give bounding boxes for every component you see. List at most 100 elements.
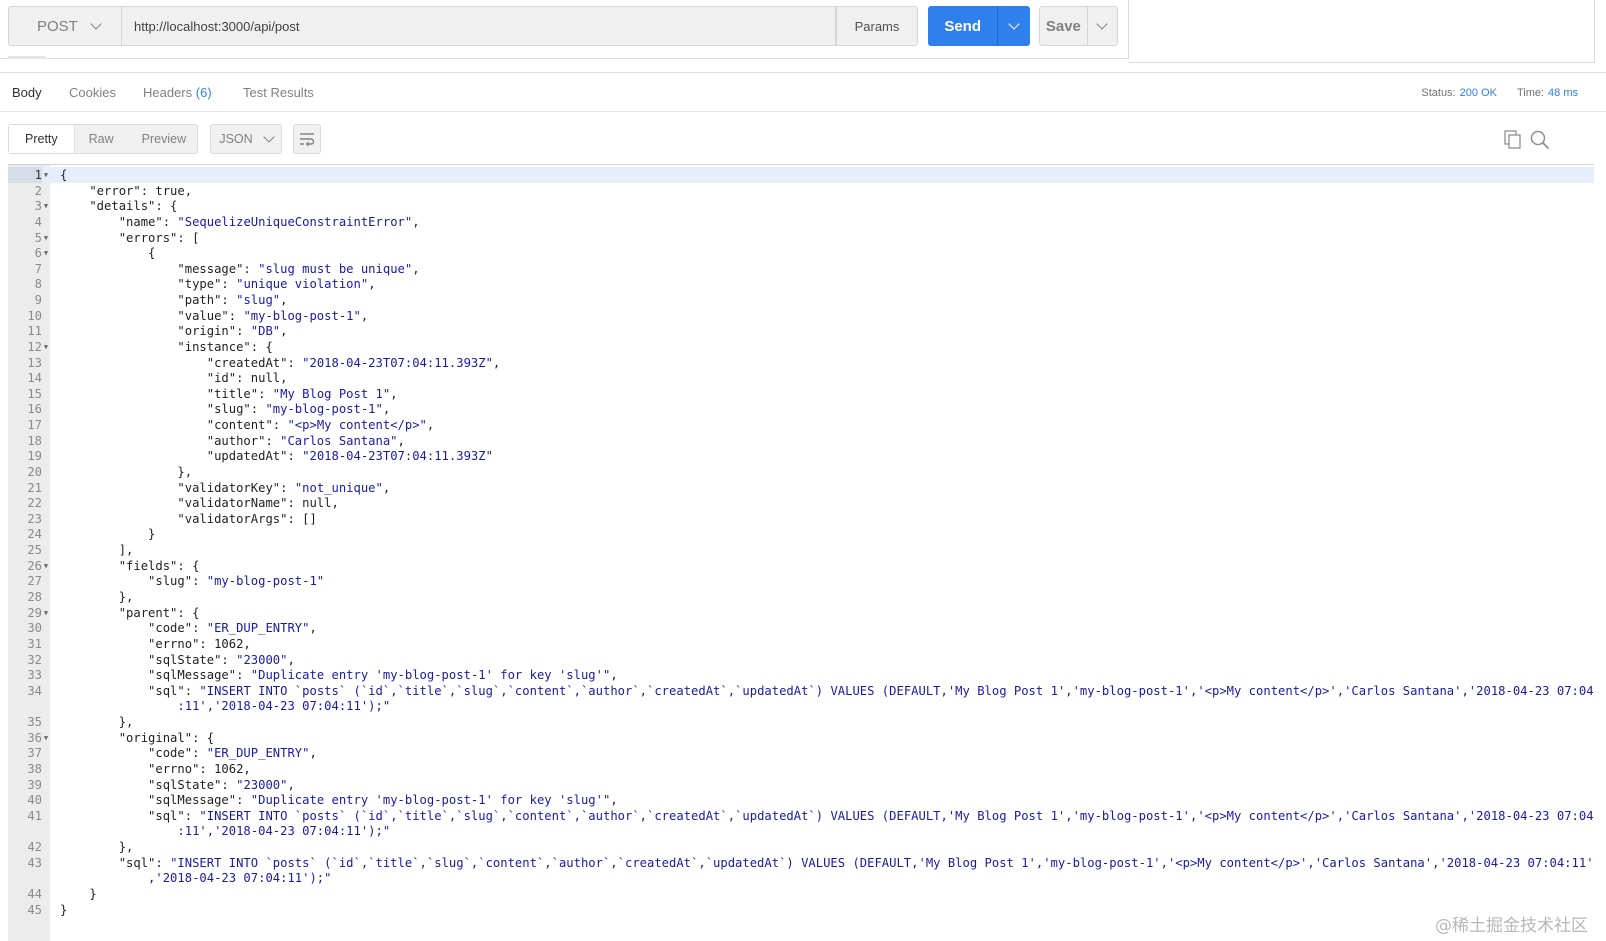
tab-test-results[interactable]: Test Results	[243, 73, 314, 113]
code-text: }	[60, 527, 156, 542]
code-line: 18 "author": "Carlos Santana",	[8, 433, 1594, 449]
line-number: 29	[27, 605, 42, 620]
tab-headers[interactable]: Headers (6)	[143, 73, 212, 113]
code-line: 5 ▼ "errors": [	[8, 230, 1594, 246]
wrap-lines-icon	[300, 133, 315, 146]
code-line: 15 "title": "My Blog Post 1",	[8, 386, 1594, 402]
save-label: Save	[1045, 17, 1081, 35]
code-text: "sql": "INSERT INTO `posts` (`id`,`title…	[60, 808, 1594, 823]
language-label: JSON	[219, 132, 253, 146]
line-number: 3	[34, 199, 42, 214]
response-body-editor[interactable]: 1 ▼{2 "error": true, 3 ▼ "details": {4 "nam…	[8, 164, 1594, 941]
code-line: 11 "origin": "DB",	[8, 323, 1594, 339]
line-number: 37	[27, 746, 42, 761]
view-raw-button[interactable]: Raw	[75, 125, 128, 153]
code-line: 2 "error": true,	[8, 183, 1594, 199]
language-select[interactable]: JSON	[210, 124, 282, 154]
code-line: 7 "message": "slug must be unique",	[8, 261, 1594, 277]
fold-toggle-icon[interactable]: ▼	[42, 605, 50, 621]
send-label: Send	[944, 17, 981, 35]
code-text: "code": "ER_DUP_ENTRY",	[60, 746, 317, 761]
code-text: "fields": {	[60, 558, 200, 573]
copy-button[interactable]	[1504, 130, 1522, 155]
tab-body[interactable]: Body	[12, 73, 42, 113]
code-text: }	[60, 902, 68, 917]
line-number: 4	[34, 214, 42, 229]
search-button[interactable]	[1530, 130, 1550, 155]
headers-count-badge: (6)	[195, 85, 212, 100]
code-text: "errors": [	[60, 230, 200, 245]
code-text: "original": {	[60, 730, 215, 745]
code-line: :11','2018-04-23 07:04:11');"	[8, 823, 1594, 839]
line-number: 28	[27, 590, 42, 604]
code-text: "errno": 1062,	[60, 636, 251, 651]
code-line: 14 "id": null,	[8, 370, 1594, 386]
code-line: 28 },	[8, 589, 1594, 605]
code-line: 25 ],	[8, 542, 1594, 558]
tab-indicator	[8, 56, 46, 59]
wrap-lines-button[interactable]	[293, 124, 321, 154]
view-preview-button[interactable]: Preview	[128, 125, 200, 153]
code-text: "createdAt": "2018-04-23T07:04:11.393Z",	[60, 355, 501, 370]
line-number: 34	[27, 683, 42, 698]
code-line: 13 "createdAt": "2018-04-23T07:04:11.393…	[8, 355, 1594, 371]
line-number: 35	[27, 715, 42, 730]
fold-toggle-icon[interactable]: ▼	[42, 198, 50, 214]
code-line: 26 ▼ "fields": {	[8, 558, 1594, 574]
method-select[interactable]: POST	[8, 6, 122, 46]
save-button[interactable]: Save	[1039, 6, 1118, 46]
fold-toggle-icon[interactable]: ▼	[42, 245, 50, 261]
save-dropdown-button[interactable]	[1086, 7, 1117, 45]
line-number: 41	[27, 808, 42, 823]
request-bar-right	[1128, 0, 1595, 63]
chevron-down-icon	[1008, 18, 1020, 30]
send-button[interactable]: Send	[928, 6, 1030, 46]
tab-cookies[interactable]: Cookies	[69, 73, 116, 113]
code-line: 40 "sqlMessage": "Duplicate entry 'my-bl…	[8, 792, 1594, 808]
view-pretty-button[interactable]: Pretty	[9, 125, 75, 153]
time-value: 48 ms	[1548, 87, 1578, 99]
chevron-down-icon	[90, 18, 102, 30]
code-line: 10 "value": "my-blog-post-1",	[8, 308, 1594, 324]
code-text: "details": {	[60, 199, 178, 214]
params-button[interactable]: Params	[836, 6, 918, 46]
code-line: 27 "slug": "my-blog-post-1"	[8, 573, 1594, 589]
line-number: 31	[27, 636, 42, 651]
tab-headers-label: Headers	[143, 85, 193, 100]
code-line: 17 "content": "<p>My content</p>",	[8, 417, 1594, 433]
code-text: },	[60, 464, 193, 479]
fold-toggle-icon[interactable]: ▼	[42, 167, 50, 183]
code-text: "path": "slug",	[60, 293, 288, 308]
code-text: "instance": {	[60, 339, 273, 354]
fold-toggle-icon[interactable]: ▼	[42, 339, 50, 355]
watermark: @稀土掘金技术社区	[1435, 916, 1588, 936]
url-input[interactable]	[122, 6, 836, 46]
fold-toggle-icon[interactable]: ▼	[42, 558, 50, 574]
fold-toggle-icon[interactable]: ▼	[42, 230, 50, 246]
code-line: 31 "errno": 1062,	[8, 636, 1594, 652]
line-number: 11	[27, 324, 42, 339]
code-line: 45}	[8, 902, 1594, 918]
line-number: 6	[34, 246, 42, 261]
send-dropdown-button[interactable]	[997, 6, 1030, 46]
code-text: ,'2018-04-23 07:04:11');"	[60, 871, 332, 886]
line-number: 13	[27, 355, 42, 370]
chevron-down-icon	[1096, 18, 1109, 30]
fold-toggle-icon[interactable]: ▼	[42, 730, 50, 746]
code-text: "code": "ER_DUP_ENTRY",	[60, 621, 317, 636]
